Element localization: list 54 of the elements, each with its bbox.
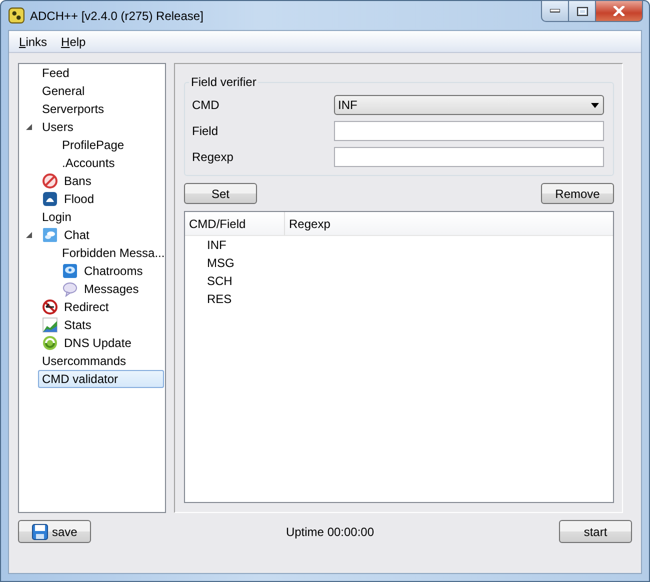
tree-item[interactable]: Users	[38, 118, 78, 136]
save-button[interactable]: save	[18, 520, 91, 543]
app-logo-icon	[8, 7, 25, 24]
tree-item[interactable]: Stats	[60, 316, 96, 334]
no-entry-arrow-icon	[42, 299, 58, 315]
tree-item[interactable]: Login	[38, 208, 76, 226]
tree-item[interactable]: General	[38, 82, 89, 100]
minimize-button[interactable]	[541, 0, 568, 22]
tree-item[interactable]: Serverports	[38, 100, 108, 118]
tree-item[interactable]: CMD validator	[38, 370, 164, 388]
field-label: Field	[192, 124, 220, 138]
start-button[interactable]: start	[559, 520, 632, 543]
tree-item[interactable]: ProfilePage	[58, 136, 128, 154]
maximize-button[interactable]	[568, 0, 595, 22]
column-header[interactable]: CMD/Field	[185, 212, 285, 235]
column-header[interactable]: Regexp	[285, 212, 613, 235]
menu-item[interactable]: Links	[12, 34, 54, 48]
uptime-status: Uptime 00:00:00	[286, 524, 374, 538]
speech-bubble-icon	[62, 281, 78, 297]
window-title: ADCH++ [v2.4.0 (r275) Release]	[30, 8, 204, 22]
prohibited-icon	[42, 173, 58, 189]
tree-item[interactable]: Usercommands	[38, 352, 130, 370]
cmd-dropdown[interactable]: INF	[334, 95, 604, 115]
expanded-arrow-icon[interactable]	[25, 123, 33, 131]
field-label: CMD	[192, 98, 220, 112]
maximize-icon	[576, 6, 588, 16]
chart-icon	[42, 317, 58, 333]
tree-item[interactable]: Chat	[60, 226, 94, 244]
expanded-arrow-icon[interactable]	[25, 231, 33, 239]
input-field[interactable]	[334, 121, 604, 141]
tree-item[interactable]: Messages	[80, 280, 143, 298]
set-button[interactable]: Set	[184, 183, 257, 204]
remove-button[interactable]: Remove	[541, 183, 614, 204]
field-label: Regexp	[192, 150, 234, 164]
close-button[interactable]	[595, 0, 643, 22]
tree-item[interactable]: Flood	[60, 190, 98, 208]
tree-item[interactable]: Feed	[38, 64, 74, 82]
menu-item[interactable]: Help	[54, 34, 93, 48]
list-item[interactable]: INF	[207, 238, 226, 252]
list-item[interactable]: MSG	[207, 256, 234, 270]
tree-item[interactable]: Forbidden Messa...	[58, 244, 165, 262]
input-field[interactable]	[334, 147, 604, 167]
dropdown-arrow-icon	[591, 102, 599, 108]
speech-bubbles-icon	[42, 227, 58, 243]
tree-item[interactable]: Chatrooms	[80, 262, 147, 280]
list-item[interactable]: SCH	[207, 274, 232, 288]
minimize-icon	[550, 9, 560, 13]
close-icon	[613, 6, 625, 16]
tree-item[interactable]: .Accounts	[58, 154, 119, 172]
tree-item[interactable]: DNS Update	[60, 334, 136, 352]
list-item[interactable]: RES	[207, 292, 232, 306]
tree-item[interactable]: Bans	[60, 172, 96, 190]
tree-item[interactable]: Redirect	[60, 298, 113, 316]
group-title: Field verifier	[190, 75, 258, 89]
